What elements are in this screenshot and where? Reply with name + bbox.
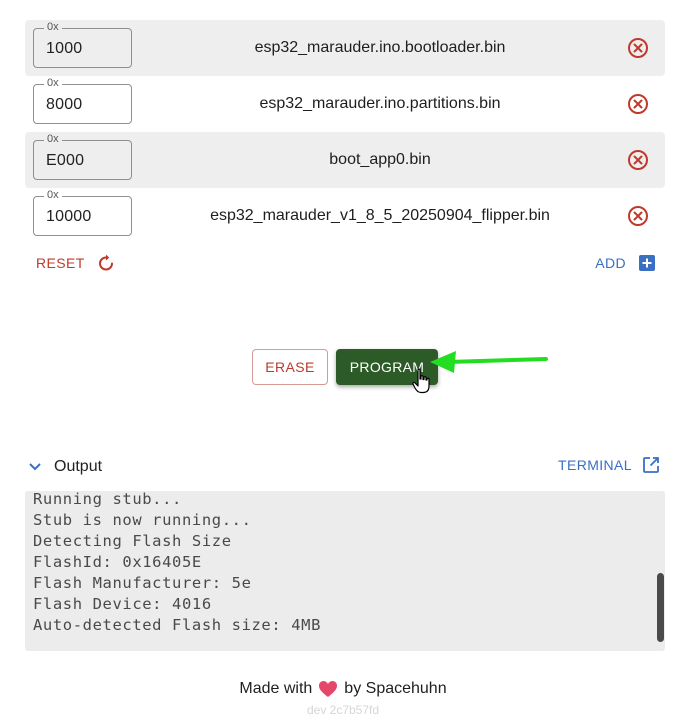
file-name[interactable]: boot_app0.bin: [145, 132, 615, 188]
address-prefix-label: 0x: [44, 188, 62, 202]
output-title: Output: [54, 458, 103, 475]
terminal-button-label: TERMINAL: [558, 457, 632, 473]
refresh-icon: [98, 254, 113, 271]
file-row-partitions: 0x 8000 esp32_marauder.ino.partitions.bi…: [25, 76, 665, 132]
file-name[interactable]: esp32_marauder_v1_8_5_20250904_flipper.b…: [145, 188, 615, 244]
console-line: Stub is now running...: [33, 511, 252, 529]
address-value: 10000: [46, 208, 92, 225]
output-toggle[interactable]: Output: [28, 458, 102, 476]
version-label: dev 2c7b57fd: [306, 703, 380, 714]
close-circle-icon[interactable]: [627, 205, 649, 227]
add-button-label: ADD: [595, 255, 626, 271]
terminal-button[interactable]: TERMINAL: [558, 456, 660, 474]
address-prefix-label: 0x: [44, 76, 62, 90]
console-log: Running stub... Stub is now running... D…: [33, 491, 321, 636]
close-circle-icon[interactable]: [627, 93, 649, 115]
console-scrollbar[interactable]: [657, 573, 664, 642]
file-row-bootloader: 0x 1000 esp32_marauder.ino.bootloader.bi…: [25, 20, 665, 76]
heart-icon: [319, 681, 338, 697]
close-circle-icon[interactable]: [627, 149, 649, 171]
address-input[interactable]: 0x 10000: [33, 188, 132, 236]
address-prefix-label: 0x: [44, 20, 62, 34]
console-line: Running stub...: [33, 491, 182, 508]
address-value: 8000: [46, 96, 83, 113]
file-name[interactable]: esp32_marauder.ino.bootloader.bin: [145, 20, 615, 76]
annotation-arrow-icon: [430, 351, 548, 373]
address-input[interactable]: 0x 8000: [33, 76, 132, 124]
file-name[interactable]: esp32_marauder.ino.partitions.bin: [145, 76, 615, 132]
output-console[interactable]: Running stub... Stub is now running... D…: [25, 491, 665, 651]
console-line: Flash Device: 4016: [33, 595, 212, 613]
file-row-boot-app: 0x E000 boot_app0.bin: [25, 132, 665, 188]
plus-box-icon: [639, 255, 655, 271]
address-prefix-label: 0x: [44, 132, 62, 146]
address-value: 1000: [46, 40, 83, 57]
erase-button[interactable]: ERASE: [252, 349, 328, 385]
console-line: Flash Manufacturer: 5e: [33, 574, 252, 592]
console-line: Auto-detected Flash size: 4MB: [33, 616, 322, 634]
console-line: FlashId: 0x16405E: [33, 553, 202, 571]
add-file-button[interactable]: ADD: [595, 254, 656, 272]
footer-made-with: Made with: [239, 680, 313, 697]
address-value: E000: [46, 152, 85, 169]
close-circle-icon[interactable]: [627, 37, 649, 59]
footer: Made with by Spacehuhn: [0, 680, 686, 698]
footer-author-link[interactable]: by Spacehuhn: [344, 680, 446, 698]
address-input[interactable]: 0x E000: [33, 132, 132, 180]
reset-button[interactable]: RESET: [36, 254, 115, 272]
address-input[interactable]: 0x 1000: [33, 20, 132, 68]
console-line: Detecting Flash Size: [33, 532, 232, 550]
hand-pointer-icon: [412, 368, 430, 394]
open-in-new-icon: [643, 457, 659, 473]
file-row-firmware: 0x 10000 esp32_marauder_v1_8_5_20250904_…: [25, 188, 665, 244]
chevron-down-icon: [29, 463, 41, 471]
reset-button-label: RESET: [36, 255, 85, 271]
